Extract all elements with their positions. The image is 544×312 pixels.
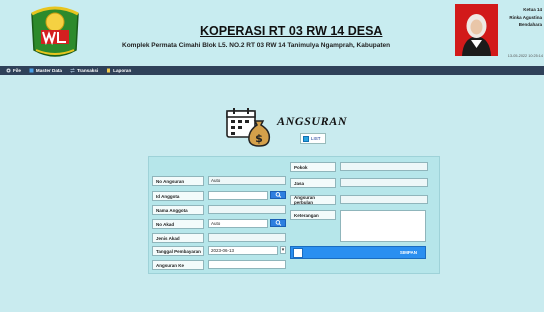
- nama-anggota-field[interactable]: [208, 205, 286, 214]
- jenis-akad-field[interactable]: [208, 233, 286, 242]
- search-icon: [275, 192, 281, 198]
- angsuran-perbulan-label: Angsuran perbulan: [290, 195, 336, 205]
- list-icon: [303, 135, 309, 142]
- no-angsuran-label: No Angsuran: [152, 176, 204, 186]
- angsuran-ke-label: Angsuran Ke: [152, 260, 204, 270]
- list-button-label: LIST: [311, 136, 321, 141]
- menu-transaksi[interactable]: Transaksi: [70, 68, 98, 73]
- search-akad-button[interactable]: [270, 219, 286, 227]
- jasa-label: Jasa: [290, 178, 336, 188]
- list-button[interactable]: LIST: [300, 133, 326, 144]
- no-akad-label: No Akad: [152, 219, 204, 229]
- form-title: ANGSURAN: [277, 114, 348, 128]
- keterangan-label: Keterangan: [290, 210, 336, 220]
- gear-icon: [6, 68, 11, 73]
- coop-address: Komplek Permata Cimahi Blok L5. NO.2 RT …: [122, 42, 391, 49]
- save-button-label: SIMPAN: [399, 250, 417, 255]
- report-icon: [106, 68, 111, 73]
- menu-master-data-label: Master Data: [35, 68, 62, 73]
- save-icon: [293, 248, 303, 258]
- user-photo: [455, 4, 498, 56]
- no-akad-field[interactable]: Auto: [208, 219, 268, 228]
- coop-logo: [26, 4, 84, 60]
- coop-title: KOPERASI RT 03 RW 14 DESA: [200, 24, 383, 38]
- pokok-field[interactable]: [340, 162, 428, 171]
- id-anggota-field[interactable]: [208, 191, 268, 200]
- menu-file-label: File: [13, 68, 21, 73]
- svg-text:$: $: [255, 132, 263, 145]
- jasa-field[interactable]: [340, 178, 428, 187]
- menu-file[interactable]: File: [6, 68, 21, 73]
- menu-master-data[interactable]: Master Data: [29, 68, 62, 73]
- id-anggota-label: Id Anggota: [152, 191, 204, 201]
- keterangan-textarea[interactable]: [340, 210, 426, 242]
- installment-calendar-icon: $: [226, 107, 272, 147]
- database-icon: [29, 68, 34, 73]
- tanggal-pembayaran-field[interactable]: 2023-06-13: [208, 246, 278, 255]
- current-datetime: 13-05-2022 10:25:14: [507, 54, 543, 58]
- menu-transaksi-label: Transaksi: [76, 68, 99, 73]
- user-role-2: Bendahara: [518, 22, 542, 28]
- nama-anggota-label: Nama Anggota: [152, 205, 204, 215]
- menu-bar: File Master Data Transaksi Laporan: [0, 66, 544, 75]
- save-button[interactable]: SIMPAN: [290, 246, 426, 259]
- menu-laporan-label: Laporan: [113, 68, 132, 73]
- angsuran-ke-field[interactable]: [208, 260, 286, 269]
- calendar-icon: ▾: [281, 247, 285, 253]
- no-angsuran-field[interactable]: Auto: [208, 176, 286, 185]
- exchange-icon: [70, 68, 75, 73]
- app-header: KOPERASI RT 03 RW 14 DESA Komplek Permat…: [0, 0, 544, 63]
- user-name: Rinka Agustina: [509, 14, 542, 20]
- menu-laporan[interactable]: Laporan: [106, 68, 131, 73]
- date-picker-button[interactable]: ▾: [280, 246, 286, 254]
- pokok-label: Pokok: [290, 162, 336, 172]
- search-anggota-button[interactable]: [270, 191, 286, 199]
- jenis-akad-label: Jenis Akad: [152, 233, 204, 243]
- tanggal-pembayaran-label: Tanggal Pembayaran: [152, 246, 204, 256]
- angsuran-perbulan-field[interactable]: [340, 195, 428, 204]
- user-info: Ketua 14 Rinka Agustina Bendahara: [502, 6, 542, 29]
- user-role-1: Ketua 14: [523, 7, 542, 12]
- search-icon: [275, 220, 281, 226]
